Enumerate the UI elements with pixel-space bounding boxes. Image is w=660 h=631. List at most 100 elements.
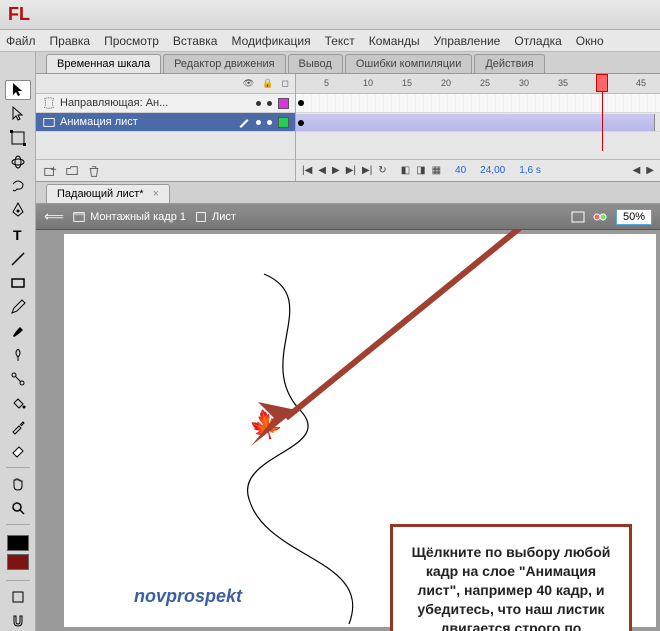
pen-tool[interactable] <box>5 200 31 220</box>
scroll-left-button[interactable]: ◀ <box>633 165 641 176</box>
current-frame: 40 <box>455 165 466 176</box>
stage[interactable]: 🍁 novprospekt Щёлкните по выбору любой к… <box>64 234 656 627</box>
ruler-tick: 10 <box>363 78 373 88</box>
menu-file[interactable]: Файл <box>6 34 36 48</box>
main-area: Временная шкала Редактор движения Вывод … <box>36 52 660 631</box>
next-frame-button[interactable]: ▶| <box>346 165 356 176</box>
layer-name: Анимация лист <box>56 116 238 128</box>
eraser-tool[interactable] <box>5 441 31 461</box>
visibility-dot[interactable] <box>256 101 261 106</box>
eyedropper-tool[interactable] <box>5 417 31 437</box>
last-frame-button[interactable]: ▶| <box>362 165 372 176</box>
menu-debug[interactable]: Отладка <box>514 34 561 48</box>
breadcrumb-scene[interactable]: Монтажный кадр 1 <box>72 210 186 224</box>
edit-symbols-icon[interactable] <box>592 209 608 225</box>
free-transform-tool[interactable] <box>5 128 31 148</box>
subselection-tool[interactable] <box>5 104 31 124</box>
bone-tool[interactable] <box>5 369 31 389</box>
new-folder-button[interactable] <box>64 163 80 179</box>
annotation-callout: Щёлкните по выбору любой кадр на слое "А… <box>390 524 632 631</box>
back-button[interactable]: ⟸ <box>44 208 64 225</box>
outline-color[interactable] <box>278 117 289 128</box>
layer-toolbar <box>36 159 295 181</box>
first-frame-button[interactable]: |◀ <box>302 165 312 176</box>
onion-outlines-button[interactable]: ◨ <box>416 165 425 176</box>
menu-edit[interactable]: Правка <box>50 34 91 48</box>
outline-color[interactable] <box>278 98 289 109</box>
tab-actions[interactable]: Действия <box>474 54 544 73</box>
tab-compiler-errors[interactable]: Ошибки компиляции <box>345 54 473 73</box>
menu-control[interactable]: Управление <box>434 34 501 48</box>
menu-insert[interactable]: Вставка <box>173 34 218 48</box>
brush-tool[interactable] <box>5 321 31 341</box>
lasso-tool[interactable] <box>5 176 31 196</box>
frames-area: 5 10 15 20 25 30 35 40 45 <box>296 74 660 181</box>
fps-value: 24,00 <box>480 165 505 176</box>
visibility-dot[interactable] <box>256 120 261 125</box>
outline-icon[interactable]: ◻ <box>282 78 289 89</box>
ruler-tick: 20 <box>441 78 451 88</box>
svg-text:T: T <box>13 227 22 243</box>
frame-row-guide[interactable] <box>296 94 660 113</box>
edit-scene-icon[interactable] <box>570 209 586 225</box>
tools-panel: T <box>0 52 36 631</box>
zoom-tool[interactable] <box>5 498 31 518</box>
tab-motion-editor[interactable]: Редактор движения <box>163 54 285 73</box>
text-tool[interactable]: T <box>5 224 31 244</box>
line-tool[interactable] <box>5 249 31 269</box>
lock-dot[interactable] <box>267 101 272 106</box>
paint-bucket-tool[interactable] <box>5 393 31 413</box>
scroll-right-button[interactable]: ▶ <box>646 165 654 176</box>
deco-tool[interactable] <box>5 345 31 365</box>
separator <box>6 524 30 525</box>
delete-layer-button[interactable] <box>86 163 102 179</box>
lock-icon[interactable]: 🔒 <box>262 78 273 89</box>
new-layer-button[interactable] <box>42 163 58 179</box>
eye-icon[interactable]: 👁 <box>243 78 254 89</box>
fill-swatch[interactable] <box>7 554 29 570</box>
menu-view[interactable]: Просмотр <box>104 34 159 48</box>
tab-timeline[interactable]: Временная шкала <box>46 54 161 73</box>
layer-row-guide[interactable]: Направляющая: Ан... <box>36 94 295 113</box>
options-snap[interactable] <box>5 587 31 607</box>
ruler-tick: 30 <box>519 78 529 88</box>
menu-bar: Файл Правка Просмотр Вставка Модификация… <box>0 30 660 52</box>
options-magnet[interactable] <box>5 611 31 631</box>
layer-list: 👁 🔒 ◻ Направляющая: Ан... Анимация лист <box>36 74 296 181</box>
keyframe-icon <box>298 100 304 106</box>
edit-bar: ⟸ Монтажный кадр 1 Лист 50% <box>36 204 660 230</box>
prev-frame-button[interactable]: ◀ <box>318 165 326 176</box>
panel-tabs: Временная шкала Редактор движения Вывод … <box>36 52 660 74</box>
breadcrumb-symbol[interactable]: Лист <box>194 210 236 224</box>
frame-ruler[interactable]: 5 10 15 20 25 30 35 40 45 <box>296 74 660 94</box>
app-logo: FL <box>8 4 30 25</box>
hand-tool[interactable] <box>5 474 31 494</box>
tab-output[interactable]: Вывод <box>288 54 343 73</box>
3d-rotation-tool[interactable] <box>5 152 31 172</box>
menu-modify[interactable]: Модификация <box>231 34 310 48</box>
scene-label: Монтажный кадр 1 <box>90 211 186 223</box>
menu-text[interactable]: Текст <box>325 34 355 48</box>
menu-window[interactable]: Окно <box>576 34 604 48</box>
edit-multiple-button[interactable]: ▦ <box>432 165 441 176</box>
playhead[interactable] <box>596 74 608 92</box>
pencil-tool[interactable] <box>5 297 31 317</box>
separator <box>6 580 30 581</box>
stroke-swatch[interactable] <box>7 535 29 551</box>
document-tab[interactable]: Падающий лист* × <box>46 184 170 203</box>
menu-commands[interactable]: Команды <box>369 34 420 48</box>
frame-row-anim[interactable] <box>296 113 660 132</box>
play-button[interactable]: ▶ <box>332 165 340 176</box>
motion-path <box>194 269 414 629</box>
selection-tool[interactable] <box>5 80 31 100</box>
symbol-icon <box>194 210 208 224</box>
onion-skin-button[interactable]: ◧ <box>401 165 410 176</box>
rectangle-tool[interactable] <box>5 273 31 293</box>
lock-dot[interactable] <box>267 120 272 125</box>
document-name: Падающий лист* <box>57 188 144 200</box>
zoom-level[interactable]: 50% <box>616 209 652 225</box>
loop-button[interactable]: ↻ <box>378 165 386 176</box>
layer-row-anim[interactable]: Анимация лист <box>36 113 295 132</box>
close-icon[interactable]: × <box>153 188 159 200</box>
timeline-panel: 👁 🔒 ◻ Направляющая: Ан... Анимация лист <box>36 74 660 182</box>
